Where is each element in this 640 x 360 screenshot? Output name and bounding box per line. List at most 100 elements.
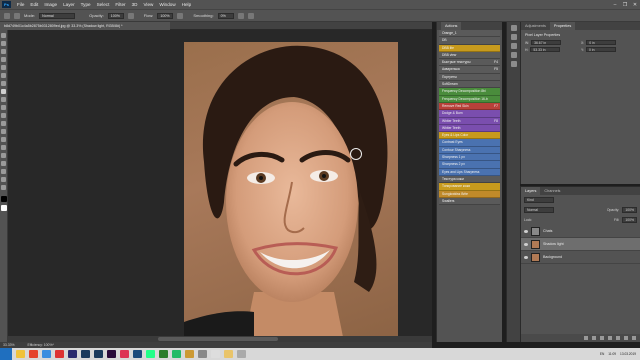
airbrush-icon[interactable]: [177, 12, 184, 19]
x-input[interactable]: 0 in: [586, 40, 617, 45]
mode-select[interactable]: Normal: [39, 12, 76, 19]
tab-layers[interactable]: Layers: [521, 187, 541, 195]
fill-input[interactable]: 100%: [622, 217, 637, 223]
eyedropper-tool-icon[interactable]: [1, 73, 6, 78]
move-tool-icon[interactable]: [1, 33, 6, 38]
clock-date[interactable]: 13.03.2019: [620, 352, 636, 356]
menu-edit[interactable]: Edit: [27, 2, 41, 7]
taskbar-app-icon[interactable]: [94, 350, 103, 358]
brush-preset-icon[interactable]: [14, 12, 20, 19]
blend-mode-select[interactable]: Normal: [524, 207, 554, 213]
tab-channels[interactable]: Channels: [540, 187, 564, 195]
taskbar-app-icon[interactable]: [224, 350, 233, 358]
action-item[interactable]: Whiter Teeth: [439, 124, 500, 133]
minimize-button[interactable]: –: [610, 2, 620, 8]
menu-3d[interactable]: 3D: [129, 2, 141, 7]
taskbar-app-icon[interactable]: [107, 350, 116, 358]
action-item[interactable]: Contour Sharpness: [439, 146, 500, 155]
flow-input[interactable]: 100%: [157, 12, 174, 19]
layer-row-background[interactable]: Background: [521, 251, 640, 264]
brush-settings-icon[interactable]: [510, 43, 517, 49]
action-item[interactable]: Frequency Decomposition 8bi: [439, 88, 500, 96]
portrait-image[interactable]: [184, 42, 398, 342]
zoom-tool-icon[interactable]: [1, 185, 6, 190]
blur-tool-icon[interactable]: [1, 129, 6, 134]
taskbar-app-icon[interactable]: [81, 350, 90, 358]
taskbar-app-icon[interactable]: [29, 350, 38, 358]
add-mask-icon[interactable]: [600, 336, 604, 340]
taskbar-app-icon[interactable]: [146, 350, 155, 358]
menu-window[interactable]: Window: [156, 2, 178, 7]
action-item[interactable]: Swallers: [439, 197, 500, 206]
lasso-tool-icon[interactable]: [1, 49, 6, 54]
brush-tool-icon[interactable]: [4, 12, 10, 19]
clone-stamp-tool-icon[interactable]: [1, 97, 6, 102]
action-item[interactable]: Текстура кожи: [439, 175, 500, 184]
clock-time[interactable]: 11:09: [608, 352, 616, 356]
layer-opacity-input[interactable]: 100%: [622, 207, 637, 213]
action-item[interactable]: Акварелька F5: [439, 66, 500, 74]
action-item[interactable]: Eyes and Lips Sharpness: [439, 168, 500, 176]
action-item[interactable]: DBB view: [439, 51, 500, 60]
menu-help[interactable]: Help: [179, 2, 194, 7]
tab-actions[interactable]: Actions: [441, 22, 462, 30]
close-button[interactable]: ✕: [630, 2, 640, 8]
layer-style-icon[interactable]: [592, 336, 596, 340]
adjustment-layer-icon[interactable]: [608, 336, 612, 340]
taskbar-app-icon[interactable]: [42, 350, 51, 358]
canvas-area[interactable]: [8, 30, 432, 342]
new-layer-icon[interactable]: [624, 336, 628, 340]
menu-select[interactable]: Select: [94, 2, 113, 7]
action-item[interactable]: Sharpness 1 px: [439, 154, 500, 162]
link-layers-icon[interactable]: [584, 336, 588, 340]
taskbar-app-icon[interactable]: [68, 350, 77, 358]
marquee-tool-icon[interactable]: [1, 41, 6, 46]
smoothing-input[interactable]: 0%: [217, 12, 234, 19]
scrollbar-thumb[interactable]: [158, 337, 278, 341]
visibility-eye-icon[interactable]: [524, 229, 528, 233]
action-item[interactable]: Orange_1: [439, 30, 500, 38]
shape-tool-icon[interactable]: [1, 169, 6, 174]
height-input[interactable]: 53.33 in: [530, 47, 561, 52]
healing-tool-icon[interactable]: [1, 81, 6, 86]
dodge-tool-icon[interactable]: [1, 137, 6, 142]
taskbar-app-icon[interactable]: [172, 350, 181, 358]
background-color-swatch[interactable]: [0, 205, 7, 211]
action-item[interactable]: Портреты: [439, 73, 500, 82]
tab-properties[interactable]: Properties: [549, 22, 576, 30]
menu-type[interactable]: Type: [78, 2, 94, 7]
hand-tool-icon[interactable]: [1, 177, 6, 182]
width-input[interactable]: 36.67 in: [531, 40, 562, 45]
action-item[interactable]: SoftDream: [439, 81, 500, 89]
zoom-level[interactable]: 33.33%: [3, 343, 15, 347]
pen-tool-icon[interactable]: [1, 145, 6, 150]
layer-row-chats[interactable]: Chats: [521, 225, 640, 238]
taskbar-app-icon[interactable]: [211, 350, 220, 358]
taskbar-app-icon[interactable]: [120, 350, 129, 358]
type-tool-icon[interactable]: [1, 153, 6, 158]
action-item[interactable]: Eyes & Lips Color: [439, 132, 500, 140]
taskbar-app-icon[interactable]: [198, 350, 207, 358]
quick-select-tool-icon[interactable]: [1, 57, 6, 62]
action-item[interactable]: Remove Red Skin F7: [439, 102, 500, 111]
foreground-color-swatch[interactable]: [0, 196, 7, 202]
action-item[interactable]: Sunglowkiss Brite: [439, 190, 500, 198]
settings-gear-icon[interactable]: [237, 12, 244, 19]
symmetry-icon[interactable]: [247, 12, 254, 19]
history-panel-icon[interactable]: [510, 25, 517, 31]
visibility-eye-icon[interactable]: [524, 242, 528, 246]
kind-filter-select[interactable]: Kind: [524, 197, 554, 203]
history-brush-tool-icon[interactable]: [1, 105, 6, 110]
menu-image[interactable]: Image: [41, 2, 60, 7]
action-item[interactable]: Тонирование кожи: [439, 183, 500, 191]
language-indicator[interactable]: EN: [600, 352, 604, 356]
maximize-button[interactable]: ❐: [620, 2, 630, 8]
taskbar-app-icon[interactable]: [237, 350, 246, 358]
layer-row-shadow-light[interactable]: Shadow light: [521, 238, 640, 251]
visibility-eye-icon[interactable]: [524, 255, 528, 259]
brush-tool-icon[interactable]: [1, 89, 6, 94]
menu-layer[interactable]: Layer: [60, 2, 78, 7]
taskbar-app-icon[interactable]: [16, 350, 25, 358]
taskbar-app-icon[interactable]: [159, 350, 168, 358]
taskbar-app-icon[interactable]: [55, 350, 64, 358]
